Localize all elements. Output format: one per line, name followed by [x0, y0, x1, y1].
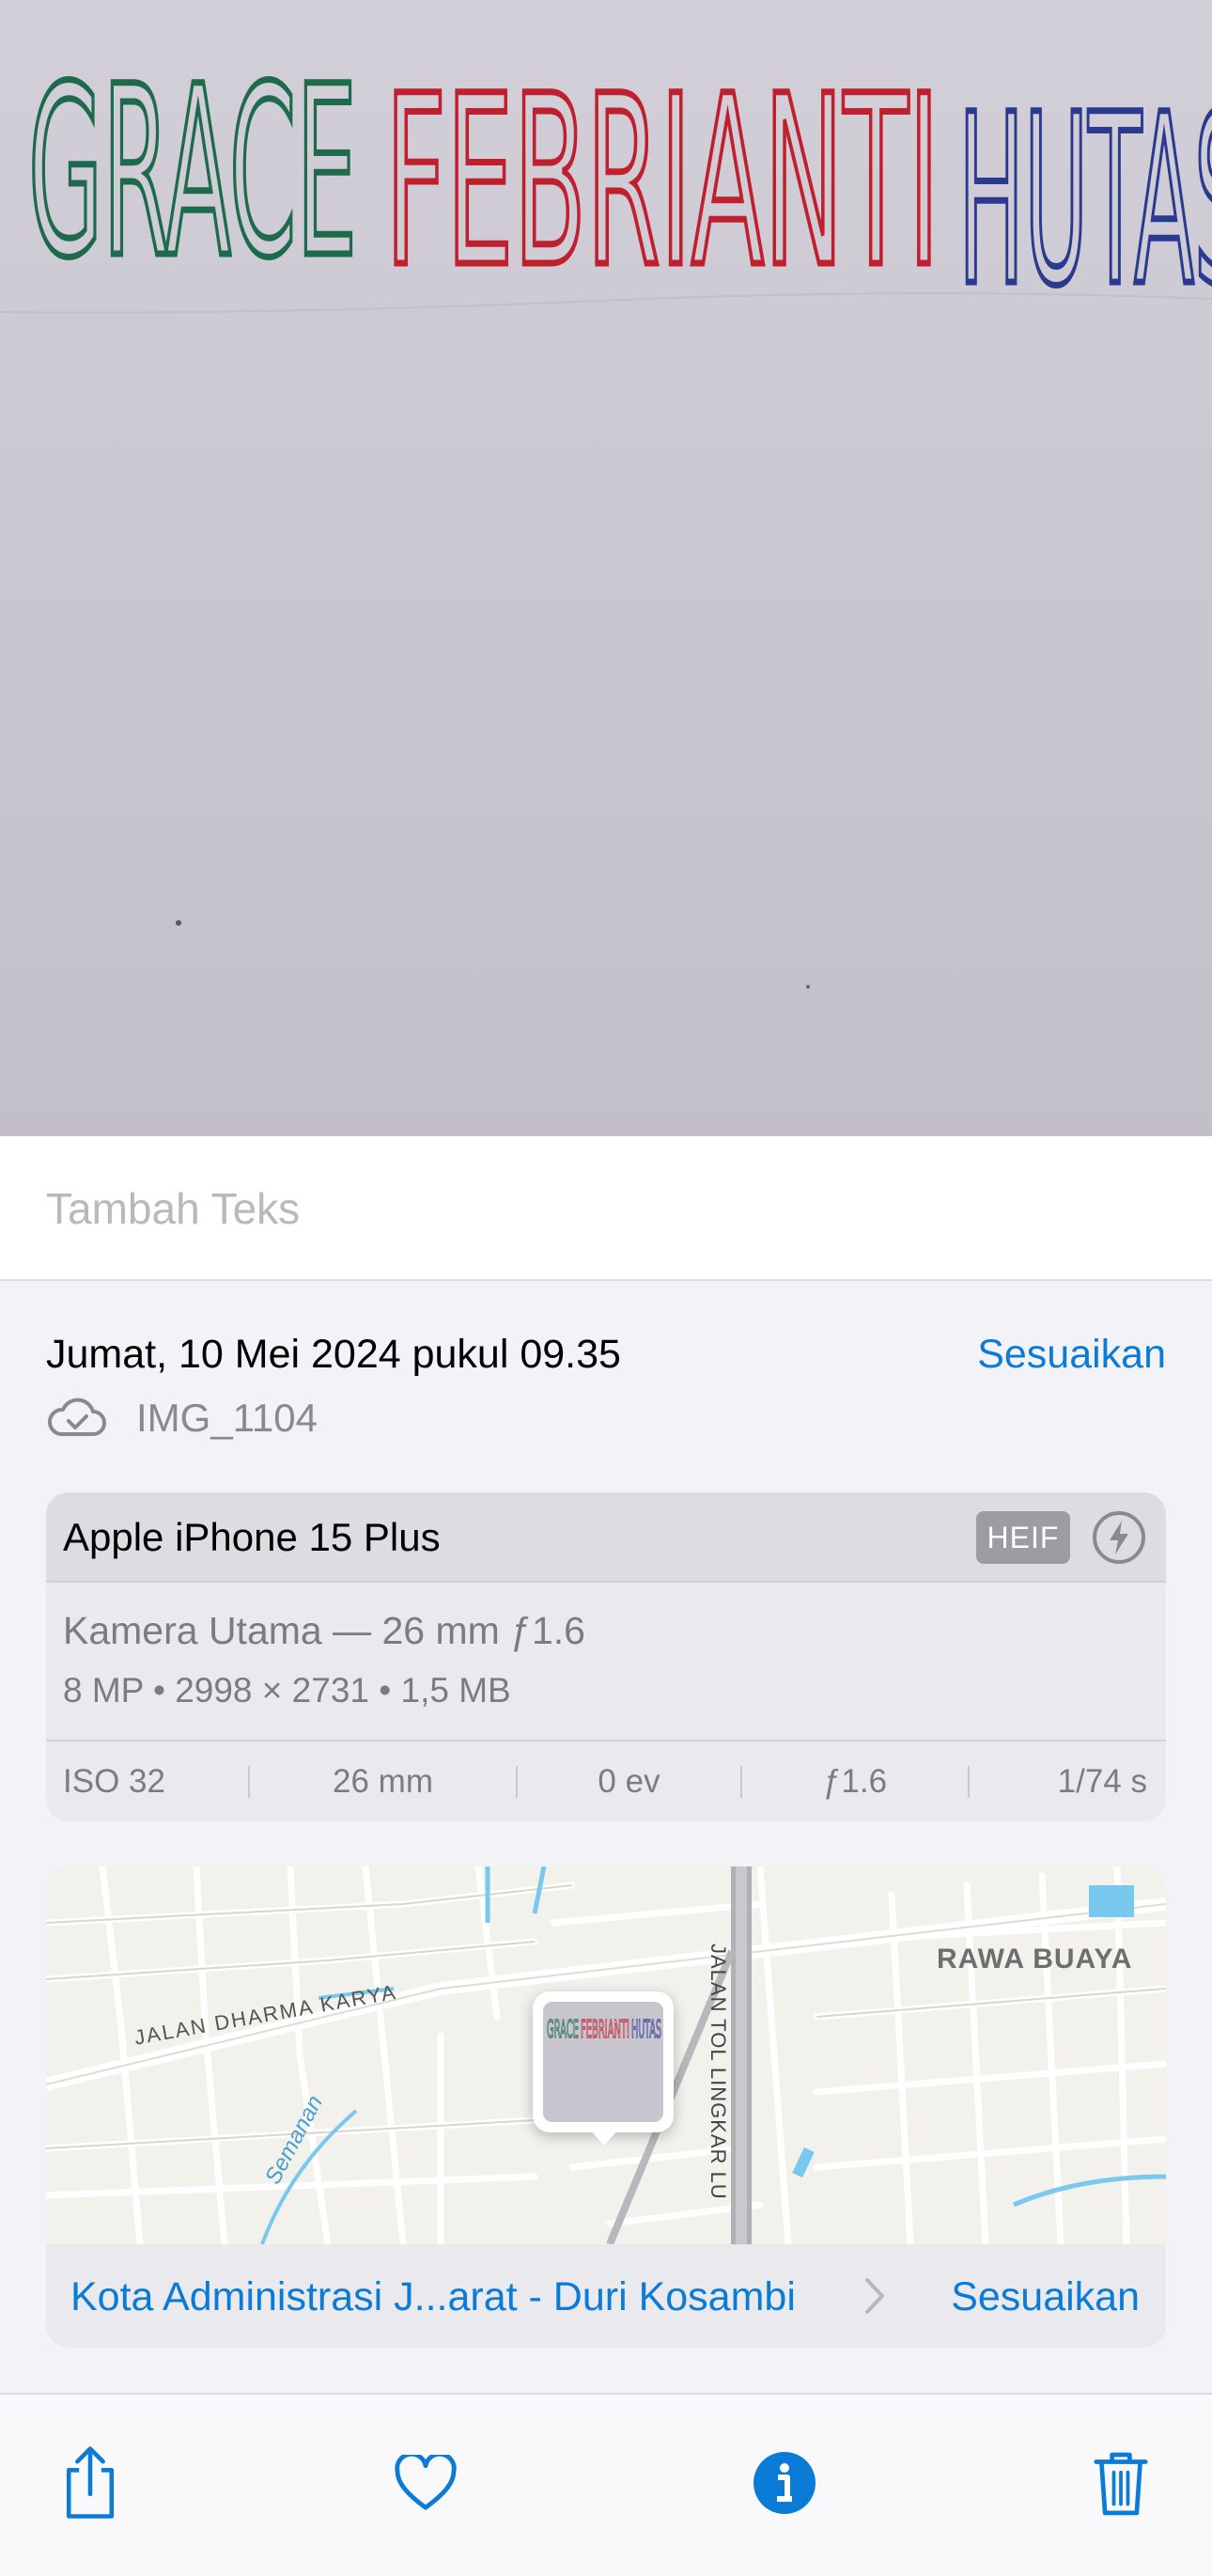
file-name: IMG_1104: [136, 1396, 318, 1440]
map-pin-thumbnail: GRACE FEBRIANTI HUTAS: [543, 2002, 663, 2122]
photo-image: GRACE FEBRIANTI HUTAS: [0, 0, 1212, 1136]
flash-icon: [1093, 1511, 1145, 1564]
map-photo-pin[interactable]: GRACE FEBRIANTI HUTAS: [533, 1991, 674, 2146]
exif-focal-length: 26 mm: [333, 1762, 433, 1800]
info-icon: [754, 2452, 816, 2514]
trash-icon: [1094, 2452, 1148, 2516]
map-label-toll-road: JALAN TOL LINGKAR LU: [707, 1944, 730, 2200]
adjust-location-button[interactable]: Sesuaikan: [951, 2274, 1140, 2320]
exif-shutter-speed: 1/74 s: [1057, 1762, 1147, 1800]
photo-viewer[interactable]: GRACE FEBRIANTI HUTAS: [0, 0, 1212, 1136]
device-card: Apple iPhone 15 Plus HEIF Kamera Utama —…: [46, 1492, 1166, 1821]
caption-input[interactable]: Tambah Teks: [46, 1183, 300, 1234]
location-link[interactable]: Kota Administrasi J...arat - Duri Kosamb…: [70, 2274, 796, 2320]
exif-row: ISO 32 26 mm 0 ev ƒ1.6 1/74 s: [46, 1740, 1166, 1821]
photo-date: Jumat, 10 Mei 2024 pukul 09.35: [46, 1332, 621, 1377]
share-icon: [66, 2446, 115, 2519]
map-card[interactable]: RAWA BUAYA JALAN DHARMA KARYA JALAN TOL …: [46, 1866, 1166, 2348]
caption-bar[interactable]: Tambah Teks: [0, 1136, 1212, 1281]
map-view[interactable]: RAWA BUAYA JALAN DHARMA KARYA JALAN TOL …: [46, 1866, 1166, 2244]
heart-icon: [395, 2455, 457, 2510]
image-specs: 8 MP • 2998 × 2731 • 1,5 MB: [63, 1671, 511, 1710]
svg-text:GRACE: GRACE: [547, 2016, 579, 2044]
info-button[interactable]: [738, 2436, 831, 2530]
exif-exposure-value: 0 ev: [598, 1762, 660, 1800]
file-row: IMG_1104: [46, 1396, 318, 1441]
lens-info: Kamera Utama — 26 mm ƒ1.6: [63, 1609, 585, 1652]
device-name: Apple iPhone 15 Plus: [63, 1515, 441, 1559]
handwriting-red: FEBRIANTI: [385, 45, 940, 319]
exif-iso: ISO 32: [63, 1762, 165, 1800]
handwriting-blue: HUTAS: [958, 64, 1212, 337]
adjust-date-button[interactable]: Sesuaikan: [977, 1332, 1166, 1378]
svg-text:FEBRIANTI: FEBRIANTI: [581, 2016, 629, 2044]
exif-aperture: ƒ1.6: [822, 1762, 888, 1800]
format-badge: HEIF: [976, 1511, 1070, 1564]
info-panel: Jumat, 10 Mei 2024 pukul 09.35 Sesuaikan…: [0, 1281, 1212, 2393]
share-button[interactable]: [43, 2436, 137, 2530]
favorite-button[interactable]: [379, 2436, 473, 2530]
chevron-right-icon: [865, 2278, 884, 2314]
location-bar[interactable]: Kota Administrasi J...arat - Duri Kosamb…: [46, 2244, 1166, 2348]
device-header: Apple iPhone 15 Plus HEIF: [46, 1492, 1166, 1583]
bottom-toolbar: [0, 2393, 1212, 2576]
map-label-area: RAWA BUAYA: [937, 1944, 1133, 1975]
delete-button[interactable]: [1074, 2436, 1168, 2530]
svg-text:HUTAS: HUTAS: [631, 2016, 661, 2044]
cloud-check-icon: [48, 1397, 106, 1436]
map-pin-pointer: [589, 2129, 619, 2146]
handwriting-green: GRACE: [28, 36, 357, 309]
